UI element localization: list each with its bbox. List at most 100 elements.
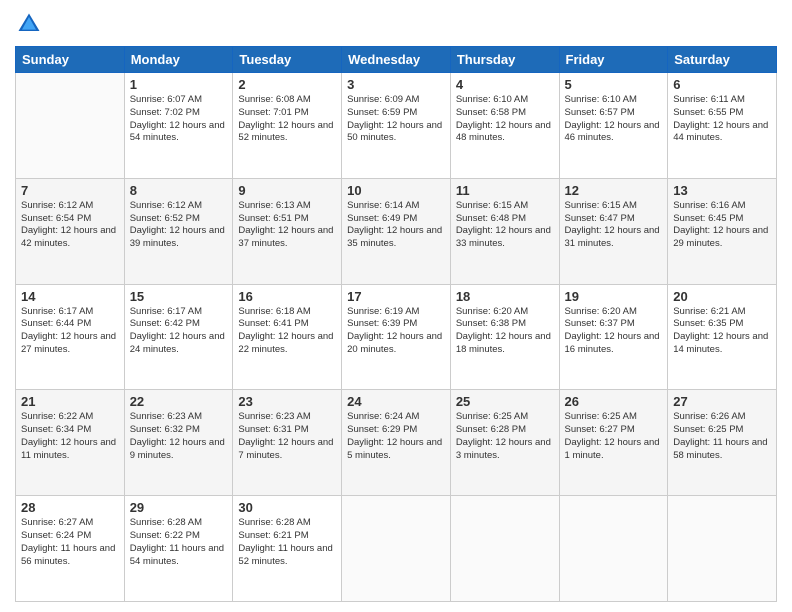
day-header-monday: Monday xyxy=(124,47,233,73)
calendar-cell xyxy=(668,496,777,602)
day-info: Sunrise: 6:23 AM Sunset: 6:32 PM Dayligh… xyxy=(130,411,228,462)
day-info: Sunrise: 6:11 AM Sunset: 6:55 PM Dayligh… xyxy=(673,94,771,145)
day-info: Sunrise: 6:25 AM Sunset: 6:27 PM Dayligh… xyxy=(565,411,663,462)
calendar-cell: 11Sunrise: 6:15 AM Sunset: 6:48 PM Dayli… xyxy=(450,178,559,284)
day-number: 13 xyxy=(673,183,771,198)
calendar-cell: 14 Sunrise: 6:17 AM Sunset: 6:44 PM Dayli… xyxy=(16,284,125,390)
day-number: 16 xyxy=(238,289,336,304)
calendar-cell: 12Sunrise: 6:15 AM Sunset: 6:47 PM Dayli… xyxy=(559,178,668,284)
day-info: Sunrise: 6:16 AM Sunset: 6:45 PM Dayligh… xyxy=(673,200,771,251)
day-info: Sunrise: 6:24 AM Sunset: 6:29 PM Dayligh… xyxy=(347,411,445,462)
day-number: 17 xyxy=(347,289,445,304)
calendar-cell: 18 Sunrise: 6:20 AM Sunset: 6:38 PM Dayli… xyxy=(450,284,559,390)
day-info: Sunrise: 6:27 AM Sunset: 6:24 PM Dayligh… xyxy=(21,517,119,568)
calendar-week-4: 21Sunrise: 6:22 AM Sunset: 6:34 PM Dayli… xyxy=(16,390,777,496)
calendar-cell: 24 Sunrise: 6:24 AM Sunset: 6:29 PM Dayli… xyxy=(342,390,451,496)
day-info: Sunrise: 6:25 AM Sunset: 6:28 PM Dayligh… xyxy=(456,411,554,462)
calendar-cell: 9 Sunrise: 6:13 AM Sunset: 6:51 PM Daylig… xyxy=(233,178,342,284)
calendar-cell xyxy=(342,496,451,602)
calendar-cell: 21Sunrise: 6:22 AM Sunset: 6:34 PM Dayli… xyxy=(16,390,125,496)
day-info: Sunrise: 6:23 AM Sunset: 6:31 PM Dayligh… xyxy=(238,411,336,462)
calendar-cell: 20Sunrise: 6:21 AM Sunset: 6:35 PM Dayli… xyxy=(668,284,777,390)
day-number: 29 xyxy=(130,500,228,515)
day-info: Sunrise: 6:21 AM Sunset: 6:35 PM Dayligh… xyxy=(673,306,771,357)
calendar-cell xyxy=(16,73,125,179)
logo-icon xyxy=(15,10,43,38)
day-info: Sunrise: 6:12 AM Sunset: 6:52 PM Dayligh… xyxy=(130,200,228,251)
calendar-cell: 1 Sunrise: 6:07 AM Sunset: 7:02 PM Daylig… xyxy=(124,73,233,179)
day-header-sunday: Sunday xyxy=(16,47,125,73)
day-info: Sunrise: 6:20 AM Sunset: 6:37 PM Dayligh… xyxy=(565,306,663,357)
calendar-cell: 10Sunrise: 6:14 AM Sunset: 6:49 PM Dayli… xyxy=(342,178,451,284)
calendar-cell xyxy=(559,496,668,602)
calendar-cell: 17 Sunrise: 6:19 AM Sunset: 6:39 PM Dayli… xyxy=(342,284,451,390)
calendar-cell: 3Sunrise: 6:09 AM Sunset: 6:59 PM Daylig… xyxy=(342,73,451,179)
calendar-cell: 30 Sunrise: 6:28 AM Sunset: 6:21 PM Dayli… xyxy=(233,496,342,602)
calendar-cell xyxy=(450,496,559,602)
day-number: 25 xyxy=(456,394,554,409)
calendar-cell: 26 Sunrise: 6:25 AM Sunset: 6:27 PM Dayli… xyxy=(559,390,668,496)
calendar-week-3: 14 Sunrise: 6:17 AM Sunset: 6:44 PM Dayli… xyxy=(16,284,777,390)
day-number: 10 xyxy=(347,183,445,198)
day-info: Sunrise: 6:12 AM Sunset: 6:54 PM Dayligh… xyxy=(21,200,119,251)
calendar-week-2: 7 Sunrise: 6:12 AM Sunset: 6:54 PM Daylig… xyxy=(16,178,777,284)
day-number: 18 xyxy=(456,289,554,304)
logo xyxy=(15,10,47,38)
calendar-cell: 28 Sunrise: 6:27 AM Sunset: 6:24 PM Dayli… xyxy=(16,496,125,602)
calendar-cell: 4 Sunrise: 6:10 AM Sunset: 6:58 PM Daylig… xyxy=(450,73,559,179)
day-number: 9 xyxy=(238,183,336,198)
day-number: 28 xyxy=(21,500,119,515)
day-number: 8 xyxy=(130,183,228,198)
calendar-cell: 16 Sunrise: 6:18 AM Sunset: 6:41 PM Dayli… xyxy=(233,284,342,390)
day-info: Sunrise: 6:26 AM Sunset: 6:25 PM Dayligh… xyxy=(673,411,771,462)
day-info: Sunrise: 6:17 AM Sunset: 6:42 PM Dayligh… xyxy=(130,306,228,357)
day-number: 27 xyxy=(673,394,771,409)
day-number: 2 xyxy=(238,77,336,92)
day-header-tuesday: Tuesday xyxy=(233,47,342,73)
day-info: Sunrise: 6:13 AM Sunset: 6:51 PM Dayligh… xyxy=(238,200,336,251)
calendar-cell: 2Sunrise: 6:08 AM Sunset: 7:01 PM Daylig… xyxy=(233,73,342,179)
day-info: Sunrise: 6:20 AM Sunset: 6:38 PM Dayligh… xyxy=(456,306,554,357)
day-info: Sunrise: 6:18 AM Sunset: 6:41 PM Dayligh… xyxy=(238,306,336,357)
calendar-cell: 25 Sunrise: 6:25 AM Sunset: 6:28 PM Dayli… xyxy=(450,390,559,496)
day-number: 23 xyxy=(238,394,336,409)
calendar-cell: 27 Sunrise: 6:26 AM Sunset: 6:25 PM Dayli… xyxy=(668,390,777,496)
day-info: Sunrise: 6:10 AM Sunset: 6:57 PM Dayligh… xyxy=(565,94,663,145)
day-info: Sunrise: 6:07 AM Sunset: 7:02 PM Dayligh… xyxy=(130,94,228,145)
day-number: 3 xyxy=(347,77,445,92)
calendar-cell: 15Sunrise: 6:17 AM Sunset: 6:42 PM Dayli… xyxy=(124,284,233,390)
calendar-cell: 23 Sunrise: 6:23 AM Sunset: 6:31 PM Dayli… xyxy=(233,390,342,496)
day-header-thursday: Thursday xyxy=(450,47,559,73)
day-info: Sunrise: 6:19 AM Sunset: 6:39 PM Dayligh… xyxy=(347,306,445,357)
calendar-week-1: 1 Sunrise: 6:07 AM Sunset: 7:02 PM Daylig… xyxy=(16,73,777,179)
page-header xyxy=(15,10,777,38)
day-info: Sunrise: 6:28 AM Sunset: 6:22 PM Dayligh… xyxy=(130,517,228,568)
day-number: 30 xyxy=(238,500,336,515)
calendar-cell: 22 Sunrise: 6:23 AM Sunset: 6:32 PM Dayli… xyxy=(124,390,233,496)
calendar-cell: 7 Sunrise: 6:12 AM Sunset: 6:54 PM Daylig… xyxy=(16,178,125,284)
day-number: 1 xyxy=(130,77,228,92)
calendar-table: SundayMondayTuesdayWednesdayThursdayFrid… xyxy=(15,46,777,602)
calendar-cell: 8 Sunrise: 6:12 AM Sunset: 6:52 PM Daylig… xyxy=(124,178,233,284)
day-number: 7 xyxy=(21,183,119,198)
day-number: 24 xyxy=(347,394,445,409)
day-number: 6 xyxy=(673,77,771,92)
calendar-cell: 6 Sunrise: 6:11 AM Sunset: 6:55 PM Daylig… xyxy=(668,73,777,179)
day-number: 4 xyxy=(456,77,554,92)
calendar-week-5: 28 Sunrise: 6:27 AM Sunset: 6:24 PM Dayli… xyxy=(16,496,777,602)
day-info: Sunrise: 6:22 AM Sunset: 6:34 PM Dayligh… xyxy=(21,411,119,462)
day-number: 19 xyxy=(565,289,663,304)
day-info: Sunrise: 6:28 AM Sunset: 6:21 PM Dayligh… xyxy=(238,517,336,568)
day-info: Sunrise: 6:15 AM Sunset: 6:48 PM Dayligh… xyxy=(456,200,554,251)
day-number: 22 xyxy=(130,394,228,409)
calendar-cell: 19 Sunrise: 6:20 AM Sunset: 6:37 PM Dayli… xyxy=(559,284,668,390)
calendar-cell: 13 Sunrise: 6:16 AM Sunset: 6:45 PM Dayli… xyxy=(668,178,777,284)
day-header-saturday: Saturday xyxy=(668,47,777,73)
day-number: 26 xyxy=(565,394,663,409)
day-info: Sunrise: 6:17 AM Sunset: 6:44 PM Dayligh… xyxy=(21,306,119,357)
calendar-cell: 29 Sunrise: 6:28 AM Sunset: 6:22 PM Dayli… xyxy=(124,496,233,602)
day-header-friday: Friday xyxy=(559,47,668,73)
day-header-wednesday: Wednesday xyxy=(342,47,451,73)
day-info: Sunrise: 6:10 AM Sunset: 6:58 PM Dayligh… xyxy=(456,94,554,145)
day-number: 14 xyxy=(21,289,119,304)
